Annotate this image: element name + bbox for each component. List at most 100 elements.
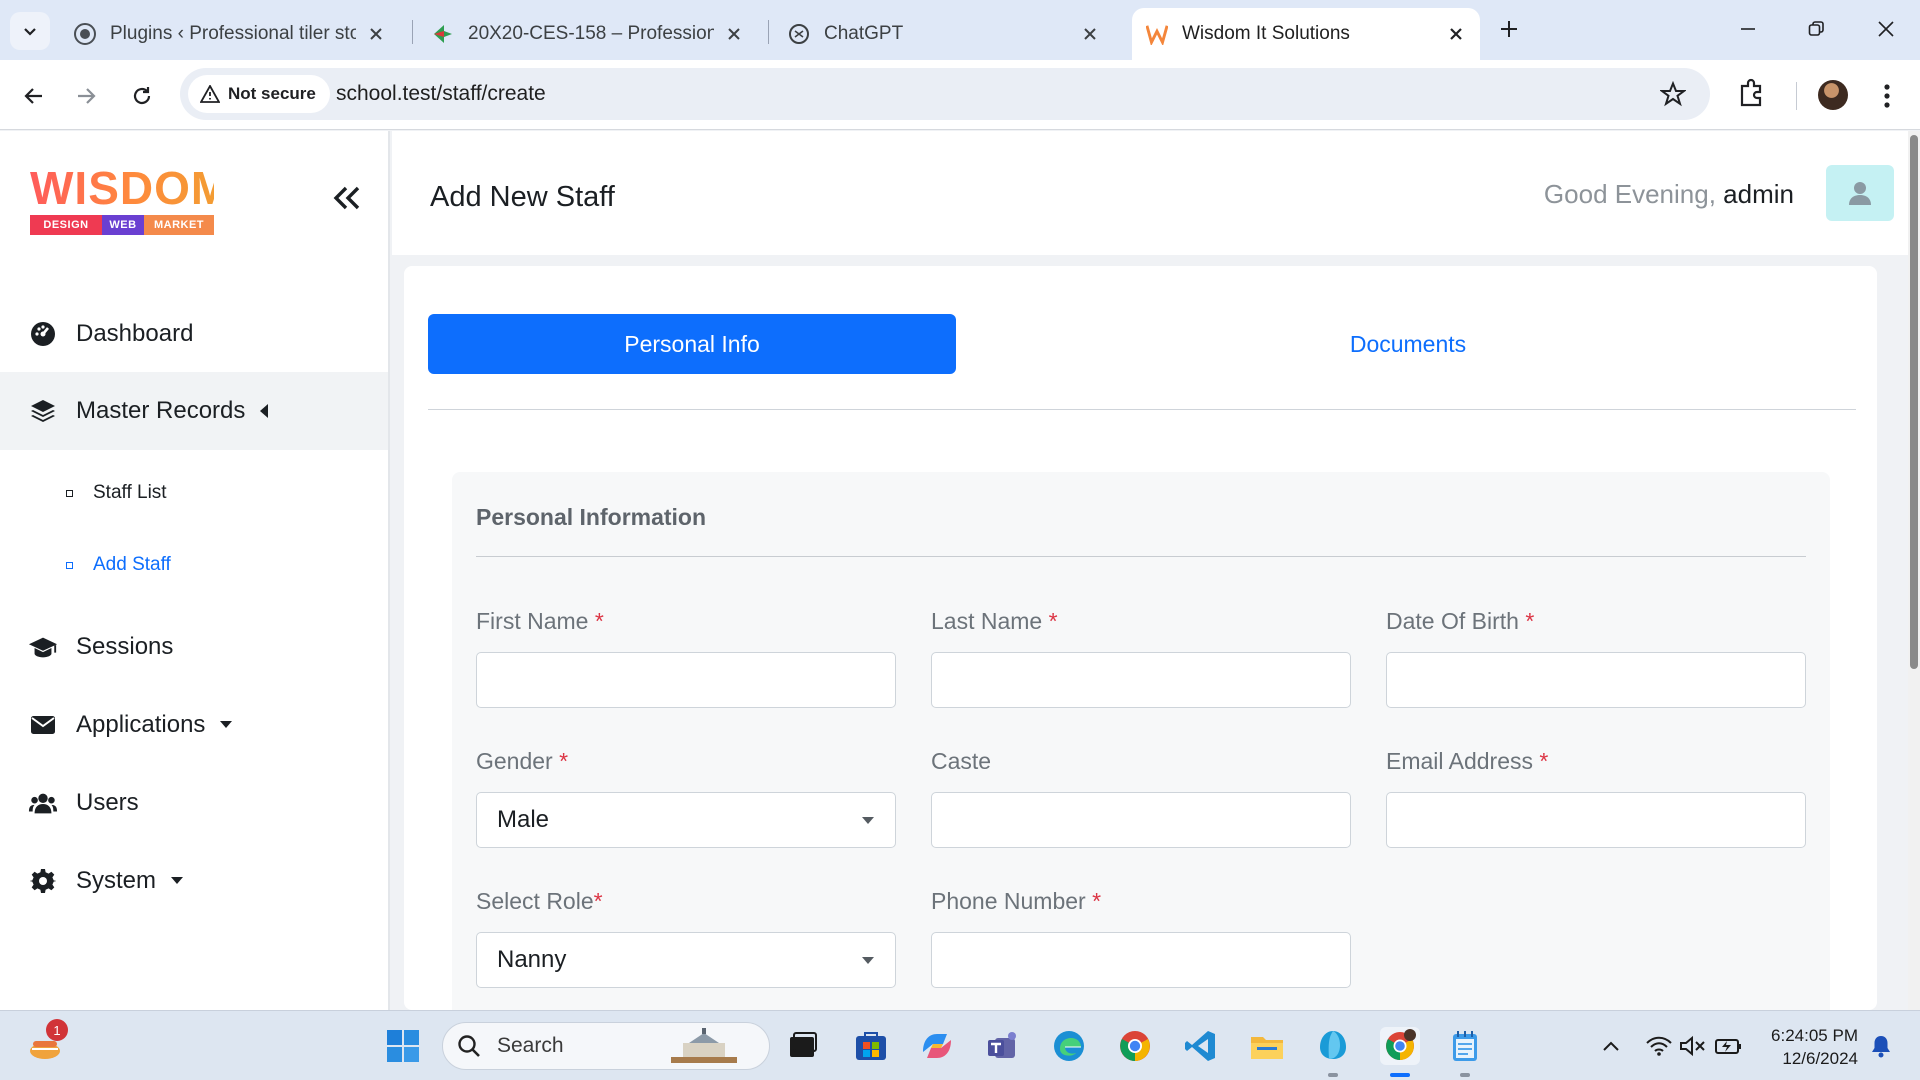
chrome-icon[interactable] [1116,1027,1154,1065]
microsoft-store-icon[interactable] [852,1027,890,1065]
paint-3d-icon[interactable] [1314,1027,1352,1065]
form-divider [476,556,1806,557]
browser-toolbar: Not secure school.test/staff/create [0,60,1920,130]
sidebar-item-dashboard[interactable]: Dashboard [0,295,388,373]
volume-muted-icon[interactable] [1674,1027,1712,1065]
close-icon[interactable] [366,24,386,44]
sidebar: WISDOM DESIGN WEB MARKET Dashboard Maste… [0,131,390,1010]
restore-icon [1808,21,1824,36]
tab-documents[interactable]: Documents [960,314,1856,374]
tab-title: 20X20-CES-158 – Professional t [468,23,714,44]
chrome-profile-taskbar-icon[interactable] [1380,1027,1420,1065]
forward-button[interactable] [68,78,104,114]
chevron-up-icon[interactable] [1592,1027,1630,1065]
teams-icon[interactable] [984,1027,1022,1065]
start-button[interactable] [384,1027,422,1065]
sidebar-item-system[interactable]: System [0,842,388,920]
tab-title: ChatGPT [824,23,904,44]
chatgpt-icon [788,23,810,45]
notification-bell-icon[interactable] [1862,1027,1900,1065]
sidebar-subitem-label: Add Staff [93,554,171,575]
sidebar-item-sessions[interactable]: Sessions [0,608,388,686]
bullet-icon [66,489,73,497]
extensions-icon[interactable] [1738,78,1766,113]
sidebar-item-master-records[interactable]: Master Records [0,372,388,450]
edge-icon[interactable] [1050,1027,1088,1065]
security-label: Not secure [228,84,316,103]
sidebar-subitem-add-staff[interactable]: Add Staff [66,545,171,585]
sidebar-item-label: Master Records [76,397,246,424]
users-icon [28,788,58,818]
phone-input[interactable] [931,932,1351,988]
close-icon[interactable] [1446,24,1466,44]
wisdom-logo[interactable]: WISDOM DESIGN WEB MARKET [30,165,229,235]
battery-charging-icon[interactable] [1710,1027,1748,1065]
taskbar-search[interactable]: Search [442,1022,770,1070]
browser-tab[interactable]: ChatGPT [774,8,1114,60]
sidebar-item-users[interactable]: Users [0,764,388,842]
caste-input[interactable] [931,792,1351,848]
running-indicator [1460,1073,1470,1077]
gender-select[interactable]: Male [476,792,896,848]
notepad-icon[interactable] [1446,1027,1484,1065]
bookmark-star-icon[interactable] [1658,80,1688,112]
last-name-input[interactable] [931,652,1351,708]
browser-tab[interactable]: 20X20-CES-158 – Professional t [418,8,758,60]
chrome-menu-button[interactable] [1872,78,1902,114]
reload-button[interactable] [124,78,160,114]
close-window-button[interactable] [1866,14,1906,44]
copilot-icon[interactable] [918,1027,956,1065]
date-of-birth-input[interactable] [1386,652,1806,708]
omnibox[interactable]: Not secure school.test/staff/create [180,68,1710,120]
email-label: Email Address * [1386,748,1548,775]
close-icon[interactable] [1080,24,1100,44]
role-select[interactable]: Nanny [476,932,896,988]
required-mark: * [1048,608,1058,634]
tab-search-button[interactable] [10,12,50,50]
search-placeholder: Search [497,1034,564,1057]
wifi-icon[interactable] [1640,1027,1678,1065]
arrow-left-icon [24,88,42,104]
url-text[interactable]: school.test/staff/create [336,82,546,106]
back-button[interactable] [16,78,52,114]
new-tab-button[interactable] [1494,14,1524,44]
email-input[interactable] [1386,792,1806,848]
search-highlight-image [671,1028,737,1063]
browser-tab-active[interactable]: Wisdom It Solutions [1132,8,1480,60]
tab-separator [412,20,413,44]
sidebar-collapse-button[interactable] [332,183,362,213]
clock-date: 12/6/2024 [1782,1049,1858,1068]
file-explorer-icon[interactable] [1248,1027,1286,1065]
first-name-label: First Name * [476,608,604,635]
sidebar-item-label: Applications [76,711,206,738]
browser-tab[interactable]: Plugins ‹ Professional tiler store [60,8,400,60]
profile-avatar[interactable] [1818,80,1848,110]
security-chip[interactable]: Not secure [188,75,330,113]
layers-icon [28,396,58,426]
page-header: Add New Staff Good Evening, admin [392,131,1920,255]
label-text: Gender [476,748,553,774]
studio-icon [432,23,454,45]
logo-tag: MARKET [144,215,214,235]
restore-button[interactable] [1796,14,1836,44]
sidebar-item-applications[interactable]: Applications [0,686,388,764]
taskbar-clock[interactable]: 6:24:05 PM 12/6/2024 [1762,1024,1858,1070]
first-name-input[interactable] [476,652,896,708]
label-text: Date Of Birth [1386,608,1519,634]
required-mark: * [594,608,604,634]
logo-tag: WEB [102,215,144,235]
user-menu-button[interactable] [1826,165,1894,221]
reload-icon [133,87,151,105]
running-indicator [1328,1073,1338,1077]
scrollbar-thumb[interactable] [1910,135,1918,669]
vscode-icon[interactable] [1182,1027,1220,1065]
tab-separator [768,20,769,44]
minimize-button[interactable] [1728,14,1768,44]
required-mark: * [1092,888,1102,914]
caret-down-icon [862,956,874,964]
page-scrollbar[interactable] [1908,131,1920,1010]
sidebar-subitem-staff-list[interactable]: Staff List [66,473,167,513]
close-icon[interactable] [724,24,744,44]
task-view-icon[interactable] [784,1027,822,1065]
tab-personal-info[interactable]: Personal Info [428,314,956,374]
